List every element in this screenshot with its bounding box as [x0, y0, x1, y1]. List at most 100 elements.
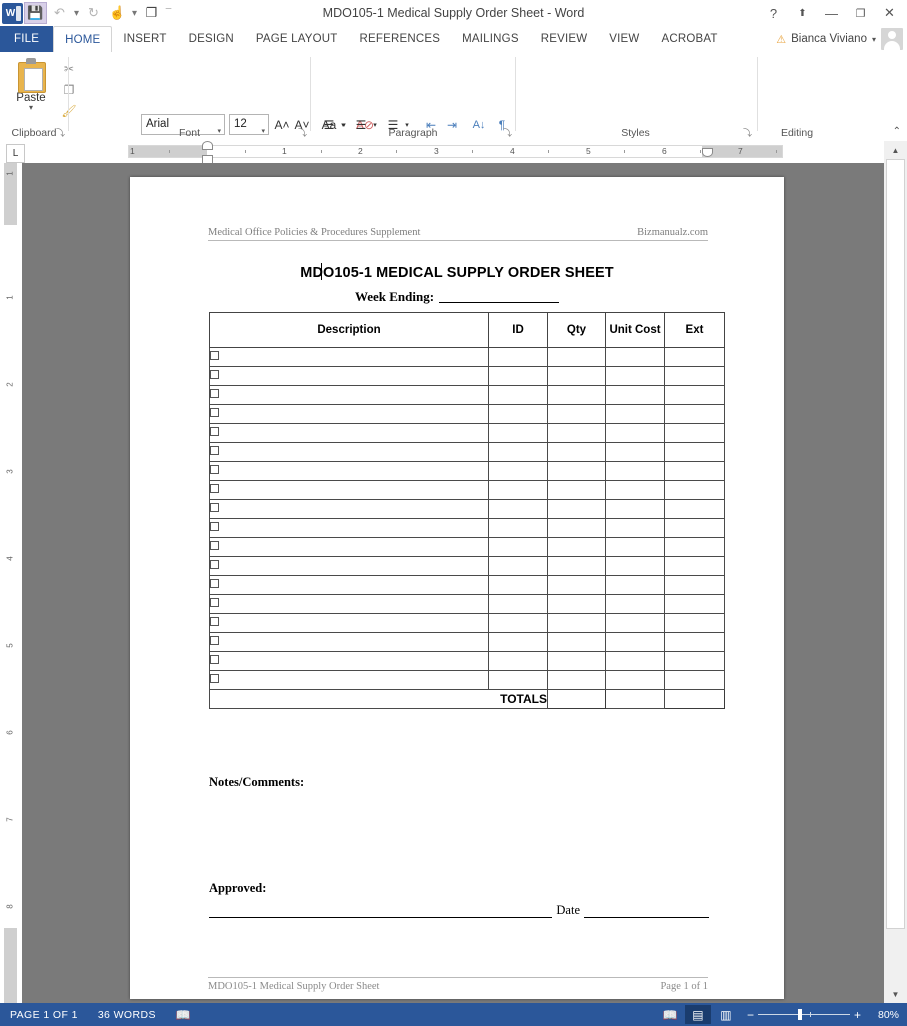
cell-unit-cost[interactable]: [605, 347, 665, 367]
cell-description[interactable]: [209, 594, 489, 614]
checkbox-icon[interactable]: [210, 655, 219, 664]
cell-id[interactable]: [488, 575, 548, 595]
cell-description[interactable]: [209, 632, 489, 652]
cell-id[interactable]: [488, 613, 548, 633]
zoom-track[interactable]: [757, 1009, 850, 1020]
cell-qty[interactable]: [547, 404, 606, 424]
cell-id[interactable]: [488, 499, 548, 519]
account-dropdown-icon[interactable]: ▾: [872, 35, 876, 44]
tab-references[interactable]: REFERENCES: [349, 26, 452, 52]
cell-id[interactable]: [488, 404, 548, 424]
week-ending-blank[interactable]: [439, 290, 560, 303]
cell-unit-cost[interactable]: [605, 499, 665, 519]
signature-line[interactable]: [209, 904, 553, 918]
tab-mailings[interactable]: MAILINGS: [451, 26, 530, 52]
vertical-scrollbar[interactable]: ▲ ▼: [884, 141, 907, 1003]
page-header[interactable]: Medical Office Policies & Procedures Sup…: [208, 227, 708, 241]
cell-description[interactable]: [209, 670, 489, 690]
cell-qty[interactable]: [547, 670, 606, 690]
cell-unit-cost[interactable]: [605, 594, 665, 614]
checkbox-icon[interactable]: [210, 636, 219, 645]
date-line[interactable]: [584, 904, 709, 918]
document-canvas[interactable]: Medical Office Policies & Procedures Sup…: [22, 163, 884, 1003]
cell-id[interactable]: [488, 385, 548, 405]
cell-ext[interactable]: [664, 594, 725, 614]
scrollbar-thumb[interactable]: [886, 159, 905, 929]
cell-ext[interactable]: [664, 518, 725, 538]
cell-qty[interactable]: [547, 594, 606, 614]
checkbox-icon[interactable]: [210, 503, 219, 512]
page-indicator[interactable]: PAGE 1 OF 1: [0, 1009, 88, 1021]
cell-qty[interactable]: [547, 575, 606, 595]
checkbox-icon[interactable]: [210, 370, 219, 379]
checkbox-icon[interactable]: [210, 446, 219, 455]
cell-unit-cost[interactable]: [605, 385, 665, 405]
cell-qty[interactable]: [547, 461, 606, 481]
cell-ext[interactable]: [664, 366, 725, 386]
user-name-label[interactable]: Bianca Viviano: [791, 33, 867, 45]
checkbox-icon[interactable]: [210, 484, 219, 493]
tab-acrobat[interactable]: ACROBAT: [650, 26, 728, 52]
right-indent-marker[interactable]: [702, 148, 713, 157]
cell-unit-cost[interactable]: [605, 442, 665, 462]
tab-insert[interactable]: INSERT: [112, 26, 177, 52]
table-row[interactable]: [209, 442, 725, 462]
cell-qty[interactable]: [547, 442, 606, 462]
cell-description[interactable]: [209, 556, 489, 576]
checkbox-icon[interactable]: [210, 389, 219, 398]
table-row[interactable]: [209, 423, 725, 443]
cell-unit-cost[interactable]: [605, 575, 665, 595]
totals-qty-cell[interactable]: [547, 689, 606, 709]
proofing-icon[interactable]: 📖: [166, 1008, 201, 1022]
table-row[interactable]: [209, 632, 725, 652]
supply-order-table[interactable]: Description ID Qty Unit Cost Ext TOTALS: [209, 312, 725, 709]
zoom-in-button[interactable]: +: [854, 1009, 861, 1021]
cell-unit-cost[interactable]: [605, 613, 665, 633]
ribbon-display-options-button[interactable]: ⬆: [788, 1, 817, 25]
zoom-slider[interactable]: − +: [741, 1009, 867, 1021]
document-title[interactable]: MDO105-1 MEDICAL SUPPLY ORDER SHEET: [130, 265, 784, 281]
checkbox-icon[interactable]: [210, 560, 219, 569]
week-ending-line[interactable]: Week Ending:: [130, 289, 784, 305]
zoom-level-label[interactable]: 80%: [869, 1009, 903, 1021]
zoom-thumb[interactable]: [797, 1009, 802, 1020]
tab-page-layout[interactable]: PAGE LAYOUT: [245, 26, 349, 52]
cell-ext[interactable]: [664, 347, 725, 367]
notes-label[interactable]: Notes/Comments:: [209, 775, 304, 790]
tab-design[interactable]: DESIGN: [178, 26, 245, 52]
cell-unit-cost[interactable]: [605, 556, 665, 576]
cell-ext[interactable]: [664, 537, 725, 557]
restore-button[interactable]: ❐: [846, 1, 875, 25]
cell-id[interactable]: [488, 518, 548, 538]
cell-unit-cost[interactable]: [605, 480, 665, 500]
cell-id[interactable]: [488, 423, 548, 443]
cell-description[interactable]: [209, 423, 489, 443]
read-mode-button[interactable]: 📖: [657, 1005, 683, 1024]
cell-ext[interactable]: [664, 613, 725, 633]
horizontal-ruler[interactable]: L 1 1 2 3 4 5 6 7: [0, 141, 907, 164]
cell-ext[interactable]: [664, 461, 725, 481]
web-layout-button[interactable]: ▥: [713, 1005, 739, 1024]
cell-ext[interactable]: [664, 442, 725, 462]
cell-qty[interactable]: [547, 499, 606, 519]
cell-qty[interactable]: [547, 366, 606, 386]
paragraph-dialog-launcher[interactable]: ⤵: [503, 126, 512, 139]
cell-id[interactable]: [488, 461, 548, 481]
cell-description[interactable]: [209, 461, 489, 481]
table-row[interactable]: [209, 347, 725, 367]
cell-ext[interactable]: [664, 404, 725, 424]
vertical-ruler[interactable]: 1 1 2 3 4 5 6 7 8: [0, 163, 23, 1003]
table-row[interactable]: [209, 385, 725, 405]
cell-ext[interactable]: [664, 556, 725, 576]
checkbox-icon[interactable]: [210, 351, 219, 360]
cell-unit-cost[interactable]: [605, 461, 665, 481]
table-row[interactable]: [209, 499, 725, 519]
table-row[interactable]: [209, 594, 725, 614]
cell-unit-cost[interactable]: [605, 651, 665, 671]
table-row[interactable]: [209, 670, 725, 690]
checkbox-icon[interactable]: [210, 408, 219, 417]
cell-description[interactable]: [209, 499, 489, 519]
table-row[interactable]: [209, 575, 725, 595]
minimize-button[interactable]: —: [817, 1, 846, 25]
cell-description[interactable]: [209, 385, 489, 405]
